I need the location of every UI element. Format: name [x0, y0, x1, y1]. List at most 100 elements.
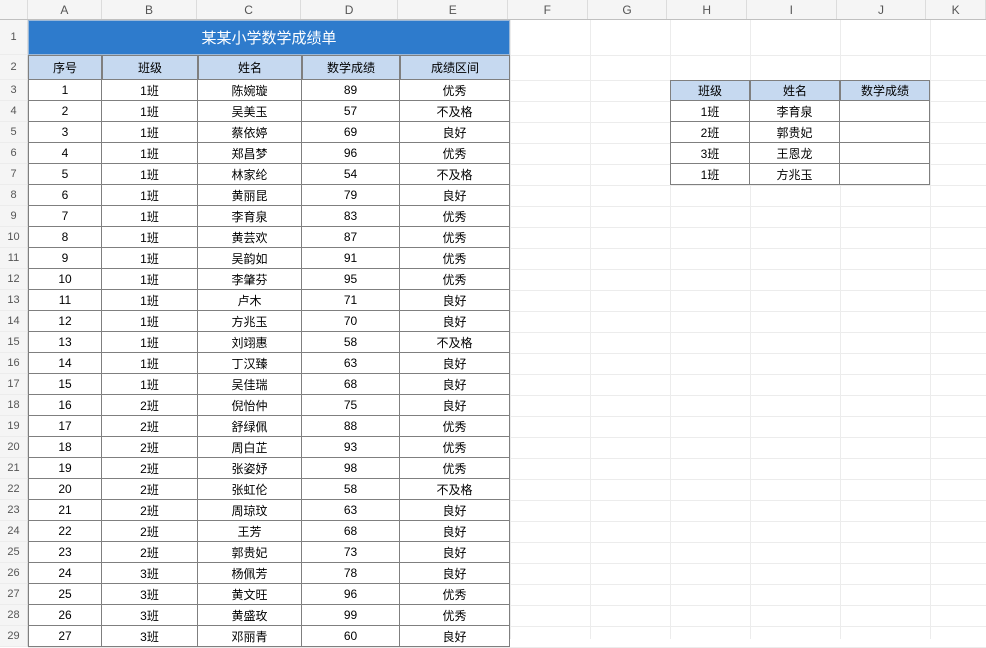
main-cell-8-score[interactable]: 91 [302, 248, 400, 269]
row-header-1[interactable]: 1 [0, 20, 28, 55]
main-cell-20-seq[interactable]: 21 [28, 500, 102, 521]
main-cell-23-name[interactable]: 杨佩芳 [198, 563, 302, 584]
main-cell-12-seq[interactable]: 13 [28, 332, 102, 353]
main-cell-24-seq[interactable]: 25 [28, 584, 102, 605]
main-cell-17-seq[interactable]: 18 [28, 437, 102, 458]
main-cell-13-name[interactable]: 丁汉臻 [198, 353, 302, 374]
lookup-cell-3-name[interactable]: 方兆玉 [750, 164, 840, 185]
main-cell-24-class[interactable]: 3班 [102, 584, 198, 605]
main-cell-13-seq[interactable]: 14 [28, 353, 102, 374]
lookup-cell-2-class[interactable]: 3班 [670, 143, 750, 164]
main-cell-21-score[interactable]: 68 [302, 521, 400, 542]
main-cell-23-seq[interactable]: 24 [28, 563, 102, 584]
main-cell-7-seq[interactable]: 8 [28, 227, 102, 248]
main-cell-9-score[interactable]: 95 [302, 269, 400, 290]
row-header-16[interactable]: 16 [0, 353, 28, 374]
main-cell-8-range[interactable]: 优秀 [400, 248, 510, 269]
main-cell-12-score[interactable]: 58 [302, 332, 400, 353]
main-cell-0-score[interactable]: 89 [302, 80, 400, 101]
lookup-cell-1-name[interactable]: 郭贵妃 [750, 122, 840, 143]
row-header-23[interactable]: 23 [0, 500, 28, 521]
main-cell-20-name[interactable]: 周琼玟 [198, 500, 302, 521]
main-cell-16-range[interactable]: 优秀 [400, 416, 510, 437]
main-cell-3-range[interactable]: 优秀 [400, 143, 510, 164]
spreadsheet[interactable]: ABCDEFGHIJK12345678910111213141516171819… [0, 0, 986, 639]
main-cell-7-name[interactable]: 黄芸欢 [198, 227, 302, 248]
main-cell-15-score[interactable]: 75 [302, 395, 400, 416]
main-cell-6-name[interactable]: 李育泉 [198, 206, 302, 227]
main-cell-26-seq[interactable]: 27 [28, 626, 102, 647]
row-header-24[interactable]: 24 [0, 521, 28, 542]
main-cell-0-class[interactable]: 1班 [102, 80, 198, 101]
main-cell-18-class[interactable]: 2班 [102, 458, 198, 479]
main-cell-4-score[interactable]: 54 [302, 164, 400, 185]
main-cell-25-class[interactable]: 3班 [102, 605, 198, 626]
row-header-25[interactable]: 25 [0, 542, 28, 563]
main-cell-1-seq[interactable]: 2 [28, 101, 102, 122]
main-cell-0-name[interactable]: 陈婉璇 [198, 80, 302, 101]
row-header-7[interactable]: 7 [0, 164, 28, 185]
row-header-4[interactable]: 4 [0, 101, 28, 122]
main-cell-26-name[interactable]: 邓丽青 [198, 626, 302, 647]
row-header-21[interactable]: 21 [0, 458, 28, 479]
lookup-cell-3-score[interactable] [840, 164, 930, 185]
main-cell-5-range[interactable]: 良好 [400, 185, 510, 206]
main-cell-19-range[interactable]: 不及格 [400, 479, 510, 500]
main-cell-11-seq[interactable]: 12 [28, 311, 102, 332]
row-header-22[interactable]: 22 [0, 479, 28, 500]
main-cell-18-seq[interactable]: 19 [28, 458, 102, 479]
row-header-5[interactable]: 5 [0, 122, 28, 143]
column-header-A[interactable]: A [28, 0, 102, 19]
main-cell-9-seq[interactable]: 10 [28, 269, 102, 290]
main-cell-22-seq[interactable]: 23 [28, 542, 102, 563]
main-cell-16-seq[interactable]: 17 [28, 416, 102, 437]
row-header-8[interactable]: 8 [0, 185, 28, 206]
main-cell-21-seq[interactable]: 22 [28, 521, 102, 542]
main-cell-14-range[interactable]: 良好 [400, 374, 510, 395]
main-cell-10-class[interactable]: 1班 [102, 290, 198, 311]
main-cell-24-score[interactable]: 96 [302, 584, 400, 605]
main-cell-12-name[interactable]: 刘翊惠 [198, 332, 302, 353]
lookup-cell-1-score[interactable] [840, 122, 930, 143]
main-cell-11-name[interactable]: 方兆玉 [198, 311, 302, 332]
main-cell-22-name[interactable]: 郭贵妃 [198, 542, 302, 563]
main-cell-12-class[interactable]: 1班 [102, 332, 198, 353]
lookup-cell-1-class[interactable]: 2班 [670, 122, 750, 143]
lookup-cell-0-score[interactable] [840, 101, 930, 122]
main-cell-8-name[interactable]: 吴韵如 [198, 248, 302, 269]
main-cell-26-class[interactable]: 3班 [102, 626, 198, 647]
main-cell-10-name[interactable]: 卢木 [198, 290, 302, 311]
main-cell-2-score[interactable]: 69 [302, 122, 400, 143]
main-cell-10-range[interactable]: 良好 [400, 290, 510, 311]
main-cell-22-class[interactable]: 2班 [102, 542, 198, 563]
main-cell-14-name[interactable]: 吴佳瑞 [198, 374, 302, 395]
main-cell-3-seq[interactable]: 4 [28, 143, 102, 164]
main-cell-4-class[interactable]: 1班 [102, 164, 198, 185]
main-cell-2-class[interactable]: 1班 [102, 122, 198, 143]
main-cell-15-name[interactable]: 倪怡仲 [198, 395, 302, 416]
main-cell-2-range[interactable]: 良好 [400, 122, 510, 143]
main-cell-17-class[interactable]: 2班 [102, 437, 198, 458]
main-cell-25-name[interactable]: 黄盛玫 [198, 605, 302, 626]
lookup-cell-0-class[interactable]: 1班 [670, 101, 750, 122]
lookup-cell-3-class[interactable]: 1班 [670, 164, 750, 185]
row-header-2[interactable]: 2 [0, 55, 28, 80]
column-header-B[interactable]: B [102, 0, 198, 19]
main-cell-8-seq[interactable]: 9 [28, 248, 102, 269]
main-cell-5-seq[interactable]: 6 [28, 185, 102, 206]
main-cell-4-name[interactable]: 林家纶 [198, 164, 302, 185]
main-cell-5-name[interactable]: 黄丽昆 [198, 185, 302, 206]
main-cell-3-score[interactable]: 96 [302, 143, 400, 164]
main-cell-3-name[interactable]: 郑昌梦 [198, 143, 302, 164]
column-header-J[interactable]: J [837, 0, 927, 19]
main-cell-14-class[interactable]: 1班 [102, 374, 198, 395]
row-header-10[interactable]: 10 [0, 227, 28, 248]
main-cell-18-score[interactable]: 98 [302, 458, 400, 479]
main-cell-11-score[interactable]: 70 [302, 311, 400, 332]
row-header-12[interactable]: 12 [0, 269, 28, 290]
row-header-9[interactable]: 9 [0, 206, 28, 227]
lookup-cell-0-name[interactable]: 李育泉 [750, 101, 840, 122]
main-cell-23-range[interactable]: 良好 [400, 563, 510, 584]
main-cell-4-range[interactable]: 不及格 [400, 164, 510, 185]
main-cell-13-range[interactable]: 良好 [400, 353, 510, 374]
